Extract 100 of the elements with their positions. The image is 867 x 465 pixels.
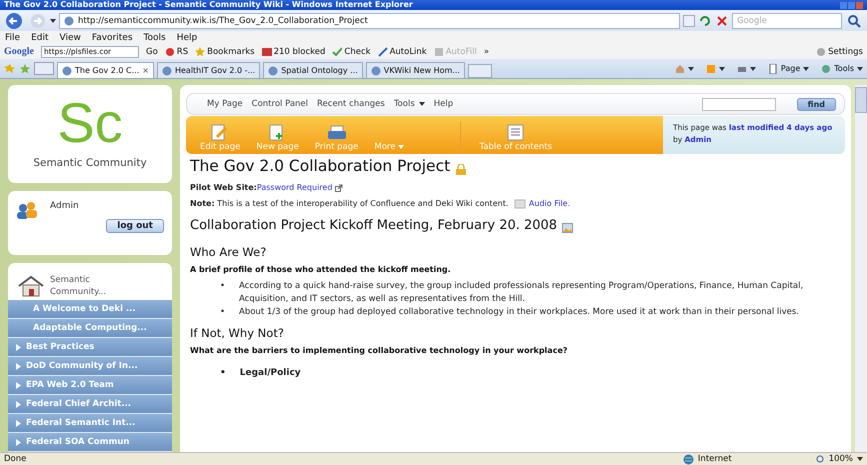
scrollbar[interactable] (855, 85, 867, 452)
chevron-icon (16, 400, 21, 408)
toolbar-button[interactable]: Check (332, 46, 371, 56)
menu-item[interactable]: Favorites (92, 32, 133, 42)
page-icon (768, 64, 778, 74)
go-button[interactable]: Go (146, 46, 158, 56)
speaker-icon (514, 198, 526, 208)
star-icon (195, 46, 206, 56)
globe-icon (162, 66, 172, 76)
menu-item[interactable]: File (5, 32, 20, 42)
home-icon (674, 64, 685, 74)
chevron-icon (16, 344, 21, 350)
globe-icon (268, 66, 278, 76)
intro-text: A brief profile of those who attended the kickoff meeting. (190, 265, 452, 274)
section-heading: Collaboration Project Kickoff Meeting, February 20. 2008 (190, 218, 558, 234)
maximize-button[interactable] (848, 2, 855, 8)
new-tab-button[interactable] (468, 64, 492, 78)
tools-button[interactable]: Tools (821, 64, 863, 74)
bullet: • (220, 306, 226, 319)
globe-icon (64, 16, 74, 26)
address-field[interactable]: http://semanticcommunity.wik.is/The_Gov_2.0_Collaboration_Project (59, 12, 680, 28)
logo-text: Semantic Community (33, 157, 147, 169)
search-button[interactable] (845, 12, 863, 28)
caret-icon (750, 66, 756, 70)
stop-button[interactable] (715, 14, 729, 28)
list-item: According to a quick hand-raise survey, the group included professionals representing Program/Operations, Finance, Human Capital, Acquisition, and IT sectors, as well as representatives from the Hill. (239, 280, 804, 306)
house-icon (18, 274, 44, 296)
subsection-heading: If Not, Why Not? (190, 326, 285, 340)
caret-icon (50, 18, 56, 22)
home-link[interactable]: Semantic Community... (50, 274, 120, 298)
scroll-thumb[interactable] (855, 87, 867, 113)
nav-link[interactable]: Help (434, 99, 454, 109)
password-link[interactable]: Password Required (256, 182, 332, 193)
bullet: • (220, 280, 226, 293)
caret-icon (398, 145, 404, 149)
caret-icon (803, 66, 810, 70)
browser-tab[interactable]: HealthIT Gov 2.0 -... (156, 62, 260, 78)
image-icon (562, 222, 574, 232)
find-button[interactable]: find (796, 98, 836, 110)
find-field[interactable] (702, 98, 776, 110)
audio-file-link[interactable]: Audio File. (528, 198, 570, 209)
browser-tab[interactable]: Spatial Ontology ... (263, 62, 363, 78)
nav-link[interactable]: Tools (394, 99, 425, 109)
close-button[interactable] (856, 2, 863, 8)
home-button[interactable] (674, 64, 694, 74)
toolbar-button[interactable]: RS (164, 46, 188, 56)
nav-link[interactable]: Control Panel (252, 99, 308, 109)
search-field[interactable]: Google (732, 12, 842, 28)
bullet: • (220, 367, 226, 380)
wand-icon (378, 46, 388, 56)
toolbar-button[interactable]: 210 blocked (262, 46, 326, 56)
logo-mark: Sc (57, 95, 123, 151)
status-text: Done (4, 454, 26, 464)
window-title: The Gov 2.0 Collaboration Project - Semantic Community Wiki - Windows Internet Explorer (4, 0, 413, 10)
chevron-icon (16, 438, 21, 446)
security-zone: Internet (682, 454, 732, 464)
subsection-heading: Who Are We? (190, 245, 268, 259)
list-icon (506, 124, 526, 140)
logout-button[interactable]: log out (106, 219, 164, 233)
forward-button[interactable] (29, 12, 47, 30)
intro-text: What are the barriers to implementing collaborative technology in your workplace? (190, 346, 569, 355)
page-button[interactable]: Page (768, 64, 810, 74)
caret-icon (688, 66, 694, 70)
nav-link[interactable]: Recent changes (317, 99, 385, 109)
more-button[interactable]: » (484, 46, 490, 56)
dropdown-button[interactable] (683, 14, 695, 26)
printer-icon (326, 124, 347, 140)
add-favorite-icon[interactable] (19, 62, 31, 74)
menu-item[interactable]: View (60, 32, 81, 42)
refresh-button[interactable] (698, 14, 712, 28)
globe-icon (370, 66, 381, 76)
quick-tabs-button[interactable] (34, 62, 54, 75)
list-item: About 1/3 of the group had deployed collaborative technology in their workplaces. More used it at work than in their personal lives. (239, 306, 800, 319)
menu-item[interactable]: Tools (144, 32, 166, 42)
menu-item[interactable]: Help (176, 32, 198, 42)
feed-icon (706, 64, 716, 74)
chevron-icon (16, 362, 21, 370)
globe-icon (682, 454, 694, 464)
toolbar-button[interactable]: AutoLink (378, 46, 427, 56)
checkmark-icon (332, 46, 342, 56)
caret-icon (857, 66, 863, 70)
menu-item[interactable]: Edit (31, 32, 48, 42)
favorites-star-icon[interactable] (4, 62, 16, 74)
settings-button[interactable]: Settings (816, 46, 863, 56)
lock-icon (455, 164, 468, 175)
pilot-site-text: Pilot Web Site:Password Required (190, 182, 843, 193)
browser-tab[interactable]: VKWiki New Hom... (366, 62, 465, 78)
globe-icon (62, 66, 72, 76)
chevron-icon (16, 382, 21, 388)
user-name: Admin (49, 201, 79, 211)
caret-icon (418, 102, 425, 106)
close-tab-button[interactable]: × (142, 66, 149, 75)
nav-link[interactable]: My Page (207, 99, 243, 109)
circle-icon (164, 46, 175, 56)
zoom-button[interactable]: 100% (816, 454, 863, 464)
feed-button[interactable] (706, 64, 725, 74)
toolbar-button[interactable]: Bookmarks (195, 46, 255, 56)
minimize-button[interactable] (840, 2, 847, 8)
page-title: The Gov 2.0 Collaboration Project (190, 157, 450, 175)
browser-tab[interactable]: The Gov 2.0 C... × (57, 62, 154, 78)
